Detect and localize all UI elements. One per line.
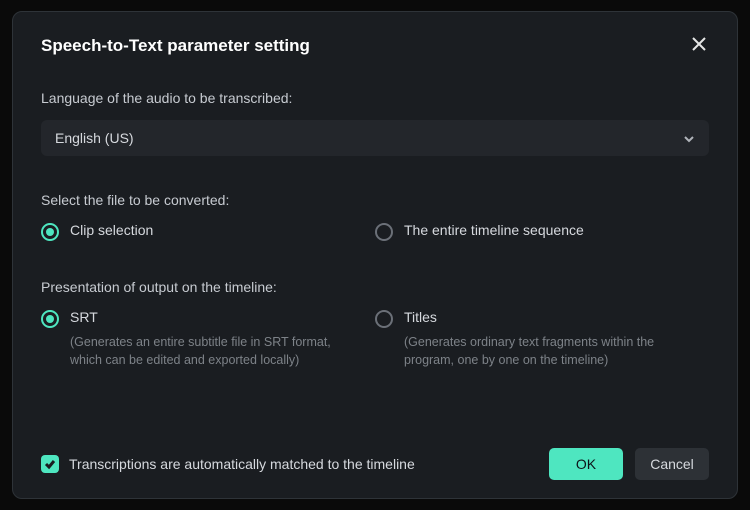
ok-button[interactable]: OK	[549, 448, 623, 480]
file-select-radios: Clip selection The entire timeline seque…	[41, 222, 709, 241]
radio-label: SRT	[70, 309, 98, 325]
auto-match-checkbox[interactable]: Transcriptions are automatically matched…	[41, 455, 415, 473]
srt-description: (Generates an entire subtitle file in SR…	[70, 334, 350, 369]
radio-icon	[375, 223, 393, 241]
radio-entire-timeline[interactable]: The entire timeline sequence	[375, 222, 709, 241]
close-icon	[691, 36, 707, 57]
file-select-label: Select the file to be converted:	[41, 192, 709, 208]
checkbox-icon	[41, 455, 59, 473]
titles-description: (Generates ordinary text fragments withi…	[404, 334, 684, 369]
language-label: Language of the audio to be transcribed:	[41, 90, 709, 106]
speech-to-text-dialog: Speech-to-Text parameter setting Languag…	[12, 11, 738, 499]
button-group: OK Cancel	[549, 448, 709, 480]
radio-icon	[41, 223, 59, 241]
dialog-footer: Transcriptions are automatically matched…	[41, 434, 709, 480]
language-select[interactable]: English (US)	[41, 120, 709, 156]
radio-titles[interactable]: Titles	[375, 309, 709, 328]
radio-srt[interactable]: SRT	[41, 309, 375, 328]
radio-label: The entire timeline sequence	[404, 222, 584, 238]
output-label: Presentation of output on the timeline:	[41, 279, 709, 295]
chevron-down-icon	[683, 132, 695, 144]
dialog-title: Speech-to-Text parameter setting	[41, 36, 310, 56]
cancel-button[interactable]: Cancel	[635, 448, 709, 480]
language-selected-value: English (US)	[55, 130, 134, 146]
output-radios: SRT (Generates an entire subtitle file i…	[41, 309, 709, 369]
radio-clip-selection[interactable]: Clip selection	[41, 222, 375, 241]
radio-label: Clip selection	[70, 222, 153, 238]
radio-label: Titles	[404, 309, 437, 325]
radio-icon	[41, 310, 59, 328]
dialog-header: Speech-to-Text parameter setting	[41, 36, 709, 56]
checkbox-label: Transcriptions are automatically matched…	[69, 456, 415, 472]
close-button[interactable]	[689, 36, 709, 56]
radio-icon	[375, 310, 393, 328]
